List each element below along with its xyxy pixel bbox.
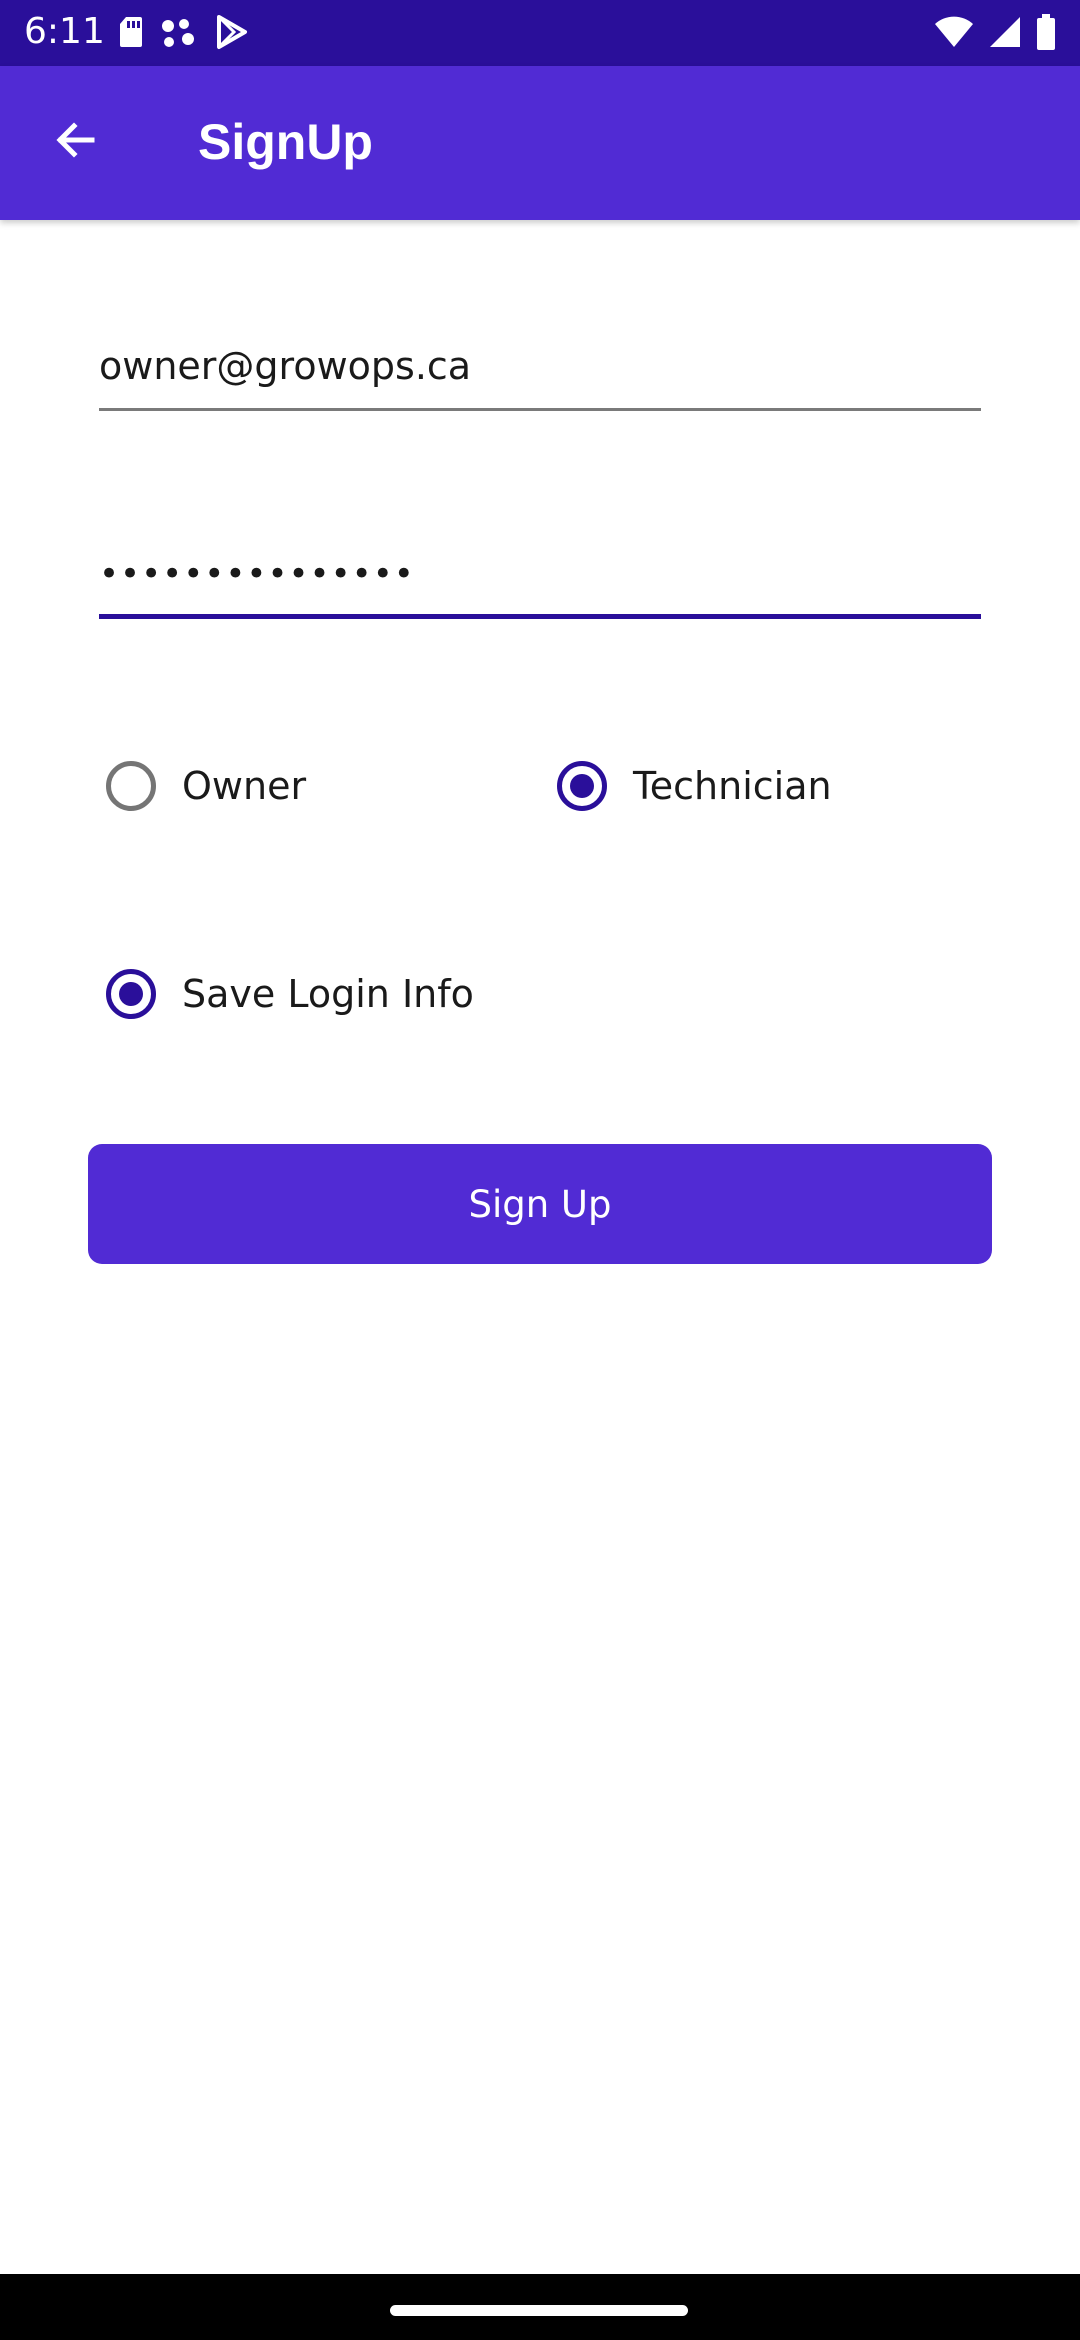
play-store-icon [214,14,248,54]
password-underline [99,614,981,619]
battery-icon [1036,14,1056,54]
email-field[interactable] [99,336,981,396]
app-bar: SignUp [0,66,1080,220]
status-bar: 6:11 [0,0,1080,66]
cellular-signal-icon [988,15,1022,53]
status-right-icons [934,14,1056,54]
back-button[interactable] [36,102,116,182]
sign-up-button[interactable]: Sign Up [88,1144,992,1264]
technician-radio-circle[interactable] [557,761,607,811]
wifi-icon [934,16,974,52]
owner-radio[interactable]: Owner [106,761,306,811]
password-field[interactable] [99,544,981,604]
email-field-container [99,336,981,411]
save-login-label: Save Login Info [182,972,474,1016]
owner-radio-circle[interactable] [106,761,156,811]
assistant-dots-icon [160,15,198,53]
save-login-toggle[interactable]: Save Login Info [106,969,474,1019]
password-field-container [99,544,981,619]
status-left-icons [118,14,248,54]
home-gesture-handle[interactable] [390,2305,688,2316]
arrow-left-icon [52,116,100,168]
email-underline [99,408,981,411]
page-title: SignUp [198,114,373,170]
save-login-radio-circle[interactable] [106,969,156,1019]
owner-radio-label: Owner [182,764,307,808]
technician-radio[interactable]: Technician [557,761,832,811]
status-time: 6:11 [24,11,105,52]
sd-card-icon [118,15,144,53]
technician-radio-label: Technician [633,764,832,808]
